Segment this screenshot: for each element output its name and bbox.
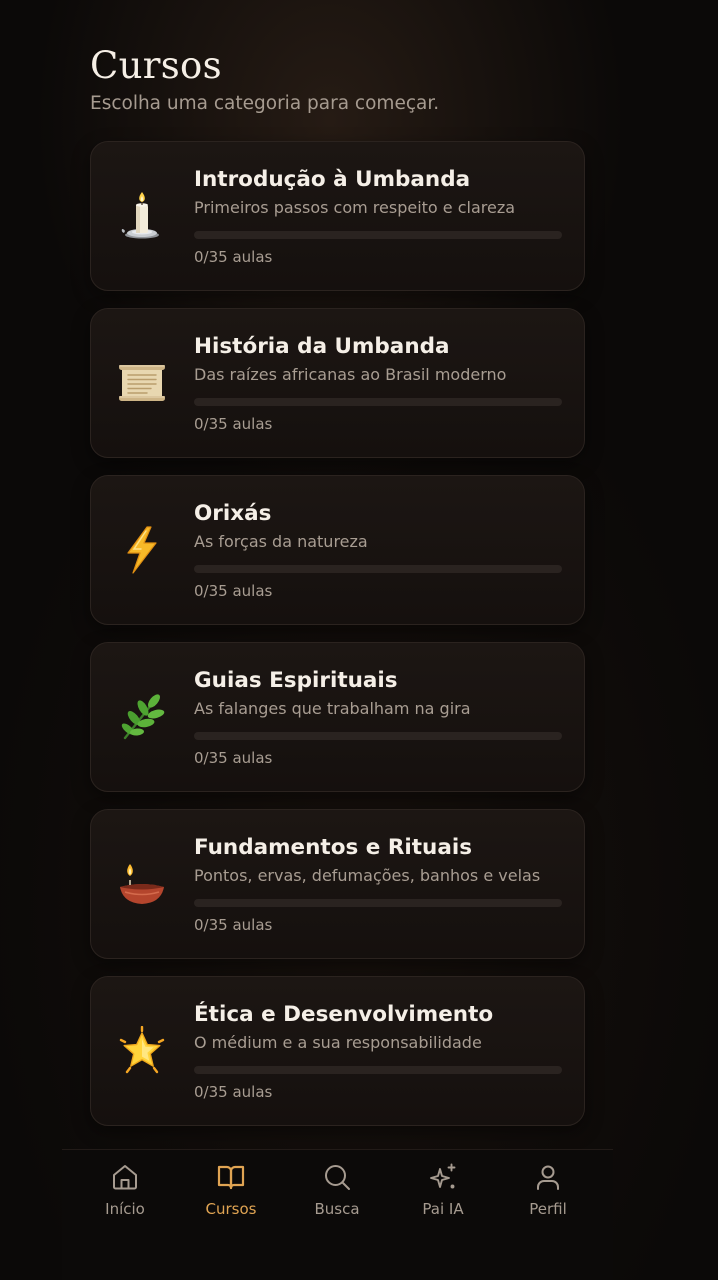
course-progress-text: 0/35 aulas bbox=[194, 1083, 273, 1101]
course-description: O médium e a sua responsabilidade bbox=[194, 1033, 482, 1052]
course-card-historia[interactable]: História da Umbanda Das raízes africanas… bbox=[90, 308, 585, 458]
nav-label: Cursos bbox=[205, 1200, 257, 1218]
course-progress-text: 0/35 aulas bbox=[194, 916, 273, 934]
course-card-etica[interactable]: Ética e Desenvolvimento O médium e a sua… bbox=[90, 976, 585, 1126]
herb-icon bbox=[117, 692, 167, 742]
lightning-icon bbox=[117, 525, 167, 575]
nav-item-pai-ia[interactable]: Pai IA bbox=[393, 1162, 493, 1222]
course-card-fundamentos[interactable]: Fundamentos e Rituais Pontos, ervas, def… bbox=[90, 809, 585, 959]
course-title: História da Umbanda bbox=[194, 334, 450, 359]
course-title: Fundamentos e Rituais bbox=[194, 835, 472, 860]
scroll-icon bbox=[117, 358, 167, 408]
nav-label: Perfil bbox=[529, 1200, 567, 1218]
bottom-nav: Início Cursos Busca Pai IA Perfil bbox=[62, 1150, 613, 1280]
nav-label: Busca bbox=[314, 1200, 360, 1218]
course-title: Introdução à Umbanda bbox=[194, 167, 471, 192]
home-icon bbox=[113, 1165, 137, 1190]
course-progress-bar bbox=[194, 1066, 562, 1074]
course-progress-text: 0/35 aulas bbox=[194, 415, 273, 433]
course-description: Pontos, ervas, defumações, banhos e vela… bbox=[194, 866, 541, 885]
course-list: Introdução à Umbanda Primeiros passos co… bbox=[90, 141, 585, 1143]
course-card-guias[interactable]: Guias Espirituais As falanges que trabal… bbox=[90, 642, 585, 792]
course-progress-bar bbox=[194, 231, 562, 239]
nav-label: Início bbox=[105, 1200, 145, 1218]
course-description: As forças da natureza bbox=[194, 532, 368, 551]
nav-item-cursos[interactable]: Cursos bbox=[181, 1162, 281, 1222]
candle-icon bbox=[117, 191, 167, 241]
course-progress-text: 0/35 aulas bbox=[194, 582, 273, 600]
nav-label: Pai IA bbox=[422, 1200, 464, 1218]
course-card-introducao[interactable]: Introdução à Umbanda Primeiros passos co… bbox=[90, 141, 585, 291]
search-icon bbox=[325, 1165, 350, 1190]
page-title: Cursos bbox=[90, 44, 222, 87]
nav-item-inicio[interactable]: Início bbox=[75, 1162, 175, 1222]
course-card-orixas[interactable]: Orixás As forças da natureza 0/35 aulas bbox=[90, 475, 585, 625]
course-progress-bar bbox=[194, 565, 562, 573]
course-description: Das raízes africanas ao Brasil moderno bbox=[194, 365, 507, 384]
course-progress-bar bbox=[194, 398, 562, 406]
course-description: Primeiros passos com respeito e clareza bbox=[194, 198, 516, 217]
course-title: Orixás bbox=[194, 501, 272, 526]
course-progress-text: 0/35 aulas bbox=[194, 248, 273, 266]
book-icon bbox=[217, 1165, 245, 1190]
glowing-star-icon bbox=[117, 1026, 167, 1076]
nav-item-busca[interactable]: Busca bbox=[287, 1162, 387, 1222]
course-description: As falanges que trabalham na gira bbox=[194, 699, 471, 718]
page-subtitle: Escolha uma categoria para começar. bbox=[90, 93, 440, 114]
course-progress-bar bbox=[194, 732, 562, 740]
user-icon bbox=[537, 1165, 559, 1190]
course-progress-bar bbox=[194, 899, 562, 907]
sparkles-icon bbox=[430, 1163, 456, 1189]
course-title: Guias Espirituais bbox=[194, 668, 398, 693]
course-progress-text: 0/35 aulas bbox=[194, 749, 273, 767]
nav-item-perfil[interactable]: Perfil bbox=[498, 1162, 598, 1222]
oil-lamp-icon bbox=[117, 859, 167, 909]
course-title: Ética e Desenvolvimento bbox=[194, 1002, 494, 1027]
